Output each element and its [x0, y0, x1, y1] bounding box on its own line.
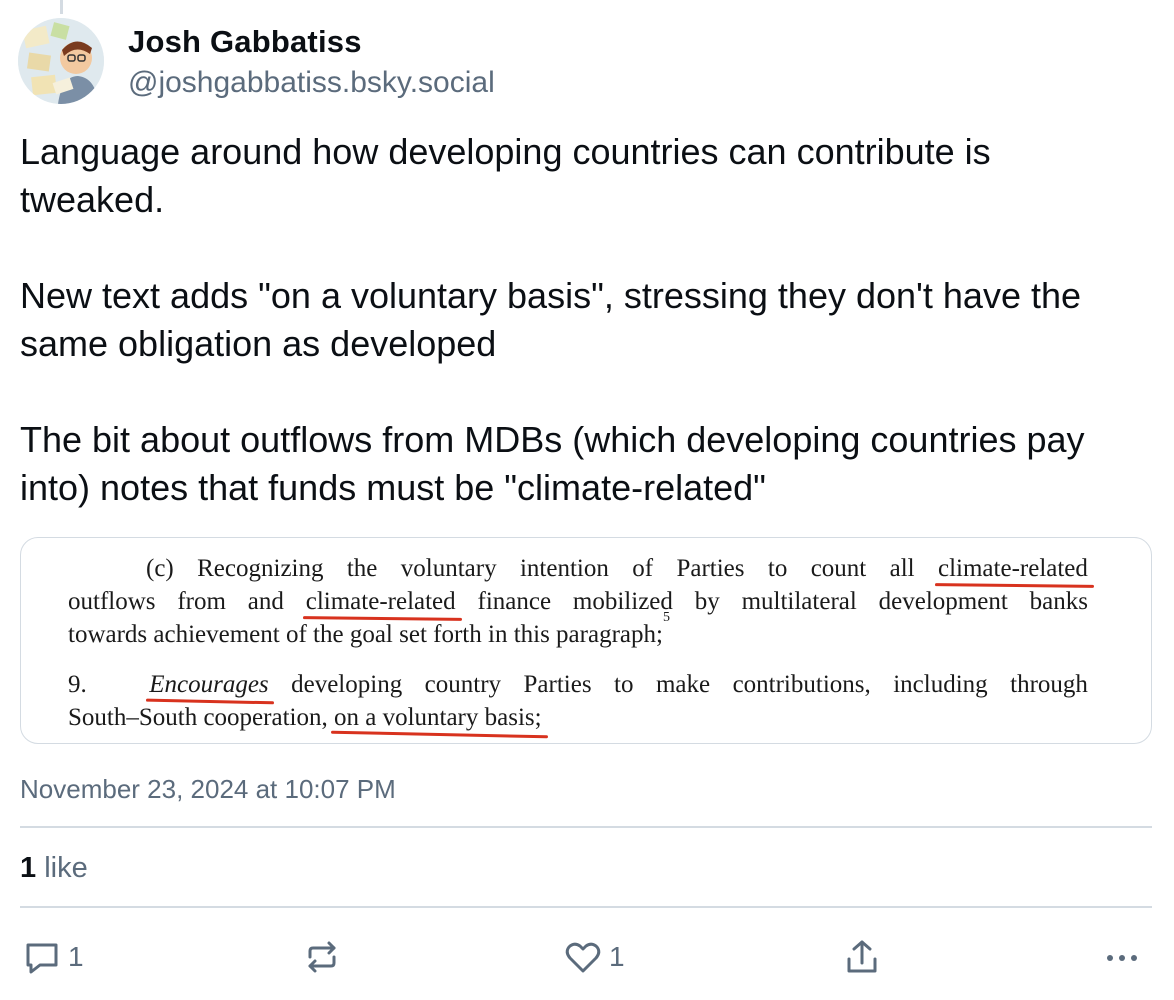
heart-icon — [563, 937, 603, 977]
share-icon — [842, 937, 882, 977]
doc-line: outflows from and climate-related financ… — [68, 585, 1088, 618]
doc-word: development — [878, 588, 1008, 615]
post-paragraph: The bit about outflows from MDBs (which … — [20, 419, 1085, 508]
like-button[interactable]: 1 — [563, 935, 625, 979]
doc-word: Parties — [523, 671, 592, 698]
doc-word: to — [767, 555, 788, 582]
doc-word: Parties — [676, 555, 745, 582]
doc-word: banks — [1029, 588, 1088, 615]
doc-word: country — [424, 671, 502, 698]
underlined-phrase: climate-related — [938, 552, 1088, 585]
doc-word: contributions, — [732, 671, 871, 698]
repost-button[interactable] — [302, 935, 342, 979]
doc-line: South–South cooperation, on a voluntary … — [68, 701, 1088, 734]
doc-word: make — [655, 671, 711, 698]
doc-word: from — [177, 588, 226, 615]
avatar-illustration — [18, 18, 104, 104]
doc-word: including — [893, 671, 988, 698]
reply-button[interactable]: 1 — [22, 935, 84, 979]
doc-word: through — [1010, 671, 1088, 698]
footnote-marker: 5 — [662, 610, 670, 625]
doc-line: (c) Recognizing the voluntary intention … — [68, 552, 1088, 585]
doc-word: developing — [291, 671, 403, 698]
doc-word: voluntary — [400, 555, 497, 582]
embedded-image[interactable]: (c) Recognizing the voluntary intention … — [20, 537, 1152, 744]
doc-text: South–South cooperation, — [68, 704, 328, 731]
post-body: Language around how developing countries… — [20, 128, 1140, 512]
like-count-label: like — [44, 852, 88, 884]
thread-connector-line — [60, 0, 63, 14]
share-button[interactable] — [842, 935, 882, 979]
author-avatar[interactable] — [18, 18, 104, 104]
document-excerpt: (c) Recognizing the voluntary intention … — [68, 552, 1088, 734]
author-handle[interactable]: @joshgabbatiss.bsky.social — [128, 66, 495, 100]
post-paragraph: New text adds "on a voluntary basis", st… — [20, 275, 1082, 364]
ellipsis-icon — [1102, 937, 1142, 977]
divider — [20, 826, 1152, 828]
underlined-phrase: Encourages — [149, 668, 268, 701]
underlined-phrase: climate-related — [306, 585, 456, 618]
repost-icon — [302, 937, 342, 977]
doc-word: the — [346, 555, 378, 582]
doc-line: 9. Encourages developing country Parties… — [68, 668, 1088, 701]
doc-word: by — [694, 588, 720, 615]
doc-word: intention — [519, 555, 609, 582]
reply-icon — [22, 937, 62, 977]
reply-count: 1 — [68, 941, 84, 972]
paragraph-marker: (c) — [146, 555, 174, 582]
post-timestamp[interactable]: November 23, 2024 at 10:07 PM — [20, 774, 396, 805]
doc-word: to — [614, 671, 634, 698]
doc-word: Recognizing — [197, 555, 324, 582]
underlined-phrase: on a voluntary basis; — [334, 701, 542, 734]
doc-word: multilateral — [741, 588, 857, 615]
like-button-count: 1 — [609, 941, 625, 972]
doc-word: finance — [477, 588, 552, 615]
author-display-name[interactable]: Josh Gabbatiss — [128, 24, 362, 60]
paragraph-number: 9. — [68, 671, 87, 698]
doc-word: mobilized — [572, 588, 673, 615]
doc-text: towards achievement of the goal set fort… — [68, 621, 663, 648]
doc-word: all — [889, 555, 915, 582]
like-count-summary[interactable]: 1 like — [20, 852, 88, 885]
more-options-button[interactable] — [1102, 935, 1142, 979]
post-paragraph: Language around how developing countries… — [20, 131, 991, 220]
doc-word: count — [810, 555, 867, 582]
doc-word: outflows — [68, 588, 156, 615]
divider — [20, 906, 1152, 908]
like-count-number: 1 — [20, 852, 37, 884]
doc-word: of — [632, 555, 654, 582]
doc-line: towards achievement of the goal set fort… — [68, 610, 1088, 651]
doc-word: and — [247, 588, 284, 615]
